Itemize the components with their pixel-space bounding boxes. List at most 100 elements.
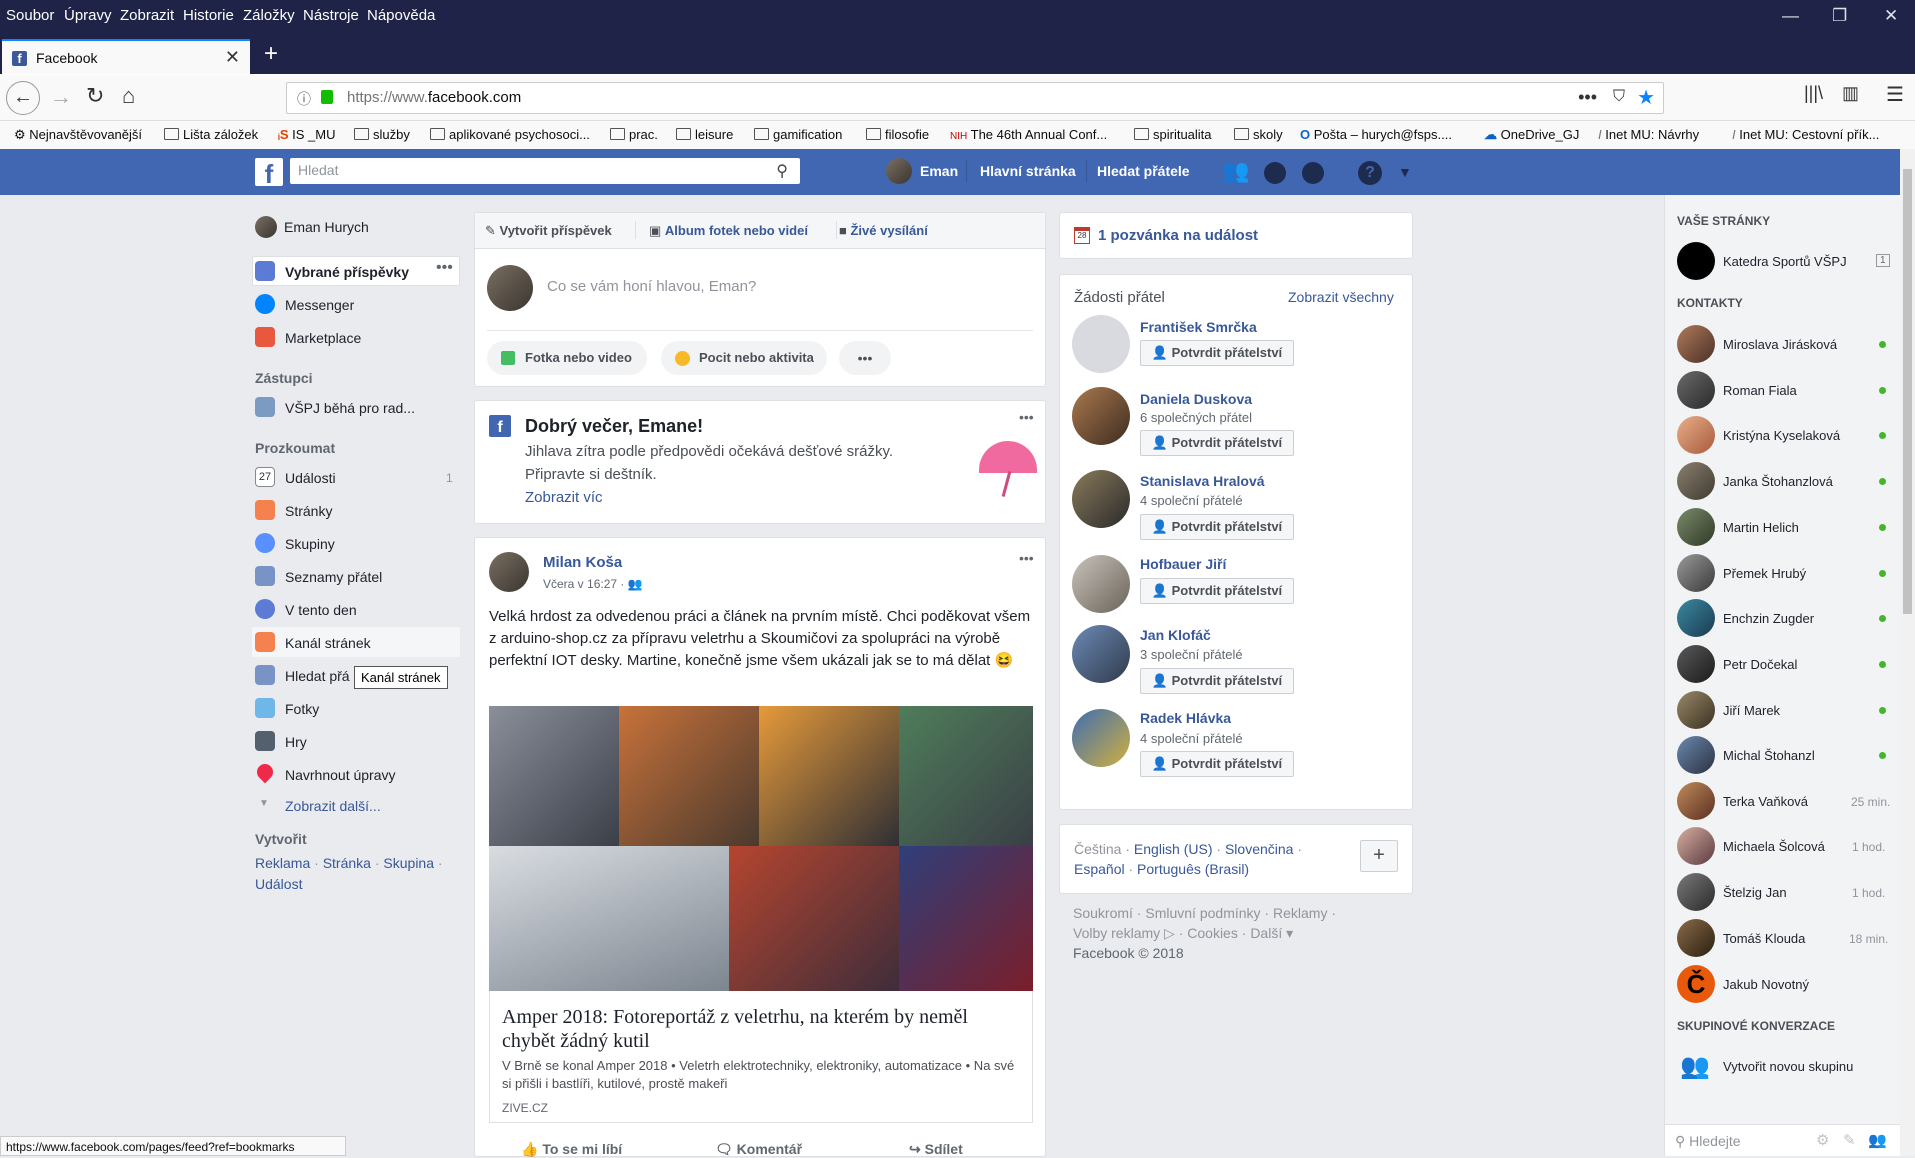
bookmark-folder[interactable]: služby [354,127,410,142]
tab-facebook[interactable]: f Facebook ✕ [2,39,250,74]
contact-name[interactable]: Kristýna Kyselaková [1723,428,1840,443]
contact-name[interactable]: Tomáš Klouda [1723,931,1805,946]
request-name[interactable]: Hofbauer Jiří [1140,556,1226,572]
bookmark-link[interactable]: NIH The 46th Annual Conf... [950,127,1107,142]
scrollbar-thumb[interactable] [1903,169,1912,614]
confirm-friend-button[interactable]: 👤 Potvrdit přátelství [1140,514,1294,540]
page-avatar[interactable] [1677,242,1715,280]
confirm-friend-button[interactable]: 👤 Potvrdit přátelství [1140,751,1294,777]
url-bar[interactable]: ⓘ https://www.facebook.com ••• ⛉ ★ [286,82,1664,114]
bookmark-most-visited[interactable]: ⚙ Nejnavštěvovanější [14,127,142,143]
minimize-icon[interactable]: — [1782,6,1799,26]
bookmark-folder[interactable]: leisure [676,127,733,142]
close-tab-icon[interactable]: ✕ [225,47,240,68]
photo-video-button[interactable]: Fotka nebo video [487,341,647,375]
footer-link[interactable]: Soukromí [1073,905,1133,921]
more-options-button[interactable]: ••• [839,341,891,375]
avatar[interactable] [1677,554,1715,592]
pocket-icon[interactable]: ⛉ [1613,88,1625,106]
page-actions-icon[interactable]: ••• [1578,87,1597,108]
facebook-logo-icon[interactable]: f [255,158,283,189]
create-group-link[interactable]: Skupina [383,855,434,871]
see-all-link[interactable]: Zobrazit všechny [1288,289,1394,305]
back-icon[interactable]: ← [6,81,40,115]
bookmark-folder[interactable]: spiritualita [1134,127,1212,142]
request-name[interactable]: František Smrčka [1140,319,1257,335]
lang-link[interactable]: English (US) [1134,841,1213,857]
contact-name[interactable]: Janka Štohanzlová [1723,474,1833,489]
messenger-icon[interactable] [1264,162,1286,184]
avatar[interactable] [1072,555,1130,613]
chat-search-input[interactable]: ⚲ Hledejte [1675,1133,1741,1150]
profile-link[interactable]: Eman [920,163,958,179]
post-time[interactable]: Včera v 16:27 · 👥 [543,577,643,591]
footer-link[interactable]: Smluvní podmínky [1145,905,1260,921]
avatar[interactable] [1677,827,1715,865]
bookmark-folder[interactable]: filosofie [866,127,929,142]
friend-requests-icon[interactable]: 👥 [1222,158,1249,184]
new-group-link[interactable]: Vytvořit novou skupinu [1723,1059,1853,1074]
gear-icon[interactable]: ⚙ [1816,1131,1829,1149]
bookmark-folder[interactable]: skoly [1234,127,1283,142]
confirm-friend-button[interactable]: 👤 Potvrdit přátelství [1140,340,1294,366]
contact-name[interactable]: Michal Štohanzl [1723,748,1815,763]
scrollbar[interactable] [1900,149,1915,1156]
contact-name[interactable]: Roman Fiala [1723,383,1797,398]
more-options-icon[interactable]: ••• [1019,550,1034,566]
sidebar-icon[interactable]: ▥ [1842,83,1859,104]
post-author-link[interactable]: Milan Koša [543,554,622,571]
composer-tab-album[interactable]: ▣ Album fotek nebo videí [649,223,808,239]
bookmark-folder[interactable]: prac. [610,127,658,142]
avatar[interactable] [1677,508,1715,546]
bookmark-folder[interactable]: gamification [754,127,842,142]
comment-button[interactable]: 🗨 Komentář [715,1141,802,1158]
composer-tab-live[interactable]: ■ Živé vysílání [839,223,928,238]
new-tab-icon[interactable]: + [264,40,278,68]
request-name[interactable]: Stanislava Hralová [1140,473,1265,489]
restore-icon[interactable]: ❐ [1832,6,1847,26]
feeling-button[interactable]: Pocit nebo aktivita [661,341,827,375]
lang-link[interactable]: Português (Brasil) [1137,861,1249,877]
footer-link[interactable]: Cookies [1187,925,1238,941]
chevron-down-icon[interactable]: ▼ [1398,164,1412,180]
close-window-icon[interactable]: ✕ [1884,6,1898,26]
hamburger-menu-icon[interactable]: ☰ [1886,82,1904,107]
menu-zobrazit[interactable]: Zobrazit [120,7,174,24]
avatar[interactable] [1072,709,1130,767]
forward-icon[interactable]: → [50,84,72,110]
avatar[interactable] [1677,416,1715,454]
footer-link[interactable]: Další [1250,925,1282,941]
avatar[interactable] [1072,625,1130,683]
library-icon[interactable]: |||\ [1804,83,1823,104]
help-icon[interactable]: ? [1358,161,1382,185]
user-avatar[interactable] [255,216,277,238]
add-language-button[interactable]: + [1360,840,1398,872]
lang-link[interactable]: Slovenčina [1225,841,1294,857]
avatar[interactable] [1677,371,1715,409]
home-link[interactable]: Hlavní stránka [980,163,1076,179]
bookmark-star-icon[interactable]: ★ [1637,85,1655,110]
home-icon[interactable]: ⌂ [122,83,135,109]
info-icon[interactable]: ⓘ [297,89,311,109]
footer-link[interactable]: Reklamy [1273,905,1327,921]
post-author-avatar[interactable] [489,552,529,592]
avatar[interactable] [1072,387,1130,445]
request-name[interactable]: Radek Hlávka [1140,710,1231,726]
footer-link[interactable]: Volby reklamy [1073,925,1160,941]
menu-napoveda[interactable]: Nápověda [367,7,435,24]
contact-name[interactable]: Jakub Novotný [1723,977,1809,992]
contact-name[interactable]: Jiří Marek [1723,703,1780,718]
search-icon[interactable]: ⚲ [776,161,788,181]
avatar[interactable] [1677,599,1715,637]
menu-nastroje[interactable]: Nástroje [303,7,359,24]
composer-tab-post[interactable]: ✎ Vytvořit příspěvek [485,223,612,239]
like-button[interactable]: 👍 To se mi líbí [521,1141,622,1158]
contact-name[interactable]: Michaela Šolcová [1723,839,1825,854]
contact-name[interactable]: Terka Vaňková [1723,794,1808,809]
share-button[interactable]: ↪ Sdílet [909,1141,963,1158]
create-ad-link[interactable]: Reklama [255,855,310,871]
bookmark-folder[interactable]: Lišta záložek [164,127,258,142]
composer-input[interactable]: Co se vám honí hlavou, Eman? [547,278,756,295]
contact-name[interactable]: Štelzig Jan [1723,885,1787,900]
menu-zalozky[interactable]: Záložky [243,7,295,24]
